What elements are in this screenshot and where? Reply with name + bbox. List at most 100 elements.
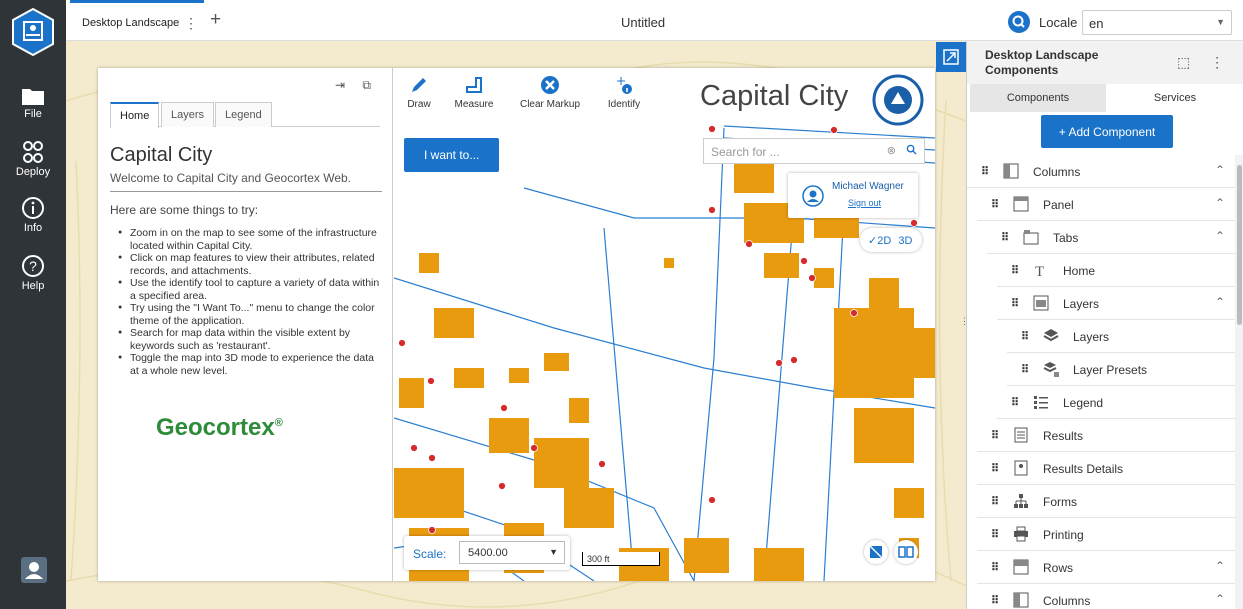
i-want-to-button[interactable]: I want to... xyxy=(404,138,499,172)
drag-handle-icon[interactable]: ⠿ xyxy=(1021,363,1029,376)
chevron-up-icon[interactable]: ⌃ xyxy=(1215,229,1225,243)
view-mode-toggle[interactable]: ✓2D 3D xyxy=(860,228,922,252)
panel-subtitle: Welcome to Capital City and Geocortex We… xyxy=(110,171,382,192)
legend-button[interactable] xyxy=(894,540,918,564)
panel-title: Capital City xyxy=(110,144,213,166)
component-tree-row[interactable]: ⠿ T Home xyxy=(997,254,1235,287)
drag-handle-icon[interactable]: ⠿ xyxy=(991,561,999,574)
clear-markup-button[interactable]: Clear Markup xyxy=(518,74,582,110)
basemap-button[interactable] xyxy=(864,540,888,564)
city-seal-icon xyxy=(872,74,924,126)
component-tree-row[interactable]: ⠿ Layer Presets xyxy=(1007,353,1235,386)
chevron-up-icon[interactable]: ⌃ xyxy=(1215,559,1225,573)
chevron-up-icon[interactable]: ⌃ xyxy=(1215,295,1225,309)
drag-handle-icon[interactable]: ⠿ xyxy=(991,495,999,508)
scrollbar-thumb[interactable] xyxy=(1237,165,1242,325)
tab-services[interactable]: Services xyxy=(1107,84,1243,112)
component-tree-row[interactable]: ⠿ Layers ⌃ xyxy=(997,287,1235,320)
component-tree-row[interactable]: ⠿ Layers xyxy=(1007,320,1235,353)
map-toolbar: Draw Measure Clear Markup Identify Capit… xyxy=(394,68,935,126)
chevron-up-icon[interactable]: ⌃ xyxy=(1215,196,1225,210)
chevron-down-icon: ▼ xyxy=(549,547,558,557)
drag-handle-icon[interactable]: ⠿ xyxy=(981,165,989,178)
map-search-placeholder: Search for ... xyxy=(711,145,780,159)
drag-handle-icon[interactable]: ⠿ xyxy=(991,594,999,607)
component-tree-label: Layer Presets xyxy=(1073,363,1148,377)
search-button[interactable] xyxy=(1008,11,1030,33)
select-component-icon[interactable]: ⬚ xyxy=(1177,54,1190,70)
list-item: Toggle the map into 3D mode to experienc… xyxy=(116,352,384,377)
deploy-icon xyxy=(23,141,43,163)
kebab-menu-icon[interactable]: ⋮ xyxy=(1210,54,1224,70)
component-tree-row[interactable]: ⠿ Results Details xyxy=(977,452,1235,485)
panel-intro: Here are some things to try: xyxy=(110,203,259,217)
map-search-input[interactable]: Search for ... ⊗ xyxy=(703,138,925,164)
list-item: Try using the "I Want To..." menu to cha… xyxy=(116,302,384,327)
rail-label-file: File xyxy=(24,108,42,120)
tab-home[interactable]: Home xyxy=(110,102,160,128)
measure-tool-button[interactable]: Measure xyxy=(452,74,496,110)
chevron-up-icon[interactable]: ⌃ xyxy=(1215,592,1225,606)
add-tab-button[interactable]: + xyxy=(210,9,221,31)
component-tree-label: Results xyxy=(1043,429,1084,443)
app-rail: File Deploy Info ? Help xyxy=(0,0,66,609)
drag-handle-icon[interactable]: ⠿ xyxy=(991,198,999,211)
printing-icon xyxy=(1013,526,1029,542)
expand-button[interactable] xyxy=(936,42,966,72)
dock-panel-icon[interactable]: ⧉ xyxy=(362,78,371,92)
scale-label: Scale: xyxy=(413,547,447,561)
drag-handle-icon[interactable]: ⠿ xyxy=(1011,396,1019,409)
chevron-up-icon[interactable]: ⌃ xyxy=(1215,163,1225,177)
component-tree-row[interactable]: ⠿ Printing xyxy=(977,518,1235,551)
tab-legend[interactable]: Legend xyxy=(215,102,272,127)
svg-text:?: ? xyxy=(29,258,37,274)
component-tree-row[interactable]: ⠿ Panel ⌃ xyxy=(977,188,1235,221)
component-tree-row[interactable]: ⠿ Columns ⌃ xyxy=(977,584,1235,609)
rail-item-file[interactable]: File xyxy=(0,86,66,120)
component-tree-row[interactable]: ⠿ Tabs ⌃ xyxy=(987,221,1235,254)
search-icon[interactable] xyxy=(906,144,917,158)
drag-handle-icon[interactable]: ⠿ xyxy=(1011,297,1019,310)
component-tree-row[interactable]: ⠿ Rows ⌃ xyxy=(977,551,1235,584)
scale-value: 5400.00 xyxy=(468,547,508,559)
component-tree-label: Panel xyxy=(1043,198,1074,212)
component-tree-row[interactable]: ⠿ Columns ⌃ xyxy=(967,155,1235,188)
locale-select[interactable]: en ▼ xyxy=(1082,10,1232,35)
mode-2d-button[interactable]: ✓2D xyxy=(868,235,891,247)
sign-out-link[interactable]: Sign out xyxy=(848,198,881,208)
map-view[interactable]: Draw Measure Clear Markup Identify Capit… xyxy=(394,68,935,581)
search-icon xyxy=(1012,15,1025,28)
user-card: Michael Wagner Sign out xyxy=(788,173,918,218)
user-avatar[interactable] xyxy=(21,557,47,583)
component-tree-scrollbar[interactable] xyxy=(1235,155,1243,609)
component-tree-row[interactable]: ⠿ Results xyxy=(977,419,1235,452)
user-icon xyxy=(25,562,43,579)
tab-layers[interactable]: Layers xyxy=(161,102,215,127)
drag-handle-icon[interactable]: ⠿ xyxy=(991,462,999,475)
drag-handle-icon[interactable]: ⠿ xyxy=(1001,231,1009,244)
mode-3d-button[interactable]: 3D xyxy=(898,235,912,247)
scale-select[interactable]: 5400.00 ▼ xyxy=(459,541,565,564)
component-tree-row[interactable]: ⠿ Forms xyxy=(977,485,1235,518)
chevron-down-icon: ▼ xyxy=(1216,17,1225,27)
geocortex-logo: Geocortex® xyxy=(156,414,283,442)
draw-tool-button[interactable]: Draw xyxy=(404,74,434,110)
drag-handle-icon[interactable]: ⠿ xyxy=(1021,330,1029,343)
add-component-button[interactable]: + Add Component xyxy=(1041,115,1173,148)
document-title: Untitled xyxy=(621,15,666,30)
drag-handle-icon[interactable]: ⠿ xyxy=(1011,264,1019,277)
drag-handle-icon[interactable]: ⠿ xyxy=(991,429,999,442)
components-tabs: Components Services xyxy=(970,84,1243,112)
collapse-panel-icon[interactable]: ⇥ xyxy=(335,78,345,92)
clear-search-icon[interactable]: ⊗ xyxy=(887,144,896,157)
identify-tool-button[interactable]: Identify xyxy=(604,74,644,110)
folder-icon xyxy=(22,89,44,105)
rail-item-help[interactable]: ? Help xyxy=(0,254,66,292)
tab-components[interactable]: Components xyxy=(970,84,1106,112)
component-tree-row[interactable]: ⠿ Legend xyxy=(997,386,1235,419)
rail-item-info[interactable]: Info xyxy=(0,196,66,234)
rail-item-deploy[interactable]: Deploy xyxy=(0,140,66,178)
document-tab[interactable]: Desktop Landscape ⋮ xyxy=(70,0,204,41)
kebab-menu-icon[interactable]: ⋮ xyxy=(184,15,198,32)
drag-handle-icon[interactable]: ⠿ xyxy=(991,528,999,541)
